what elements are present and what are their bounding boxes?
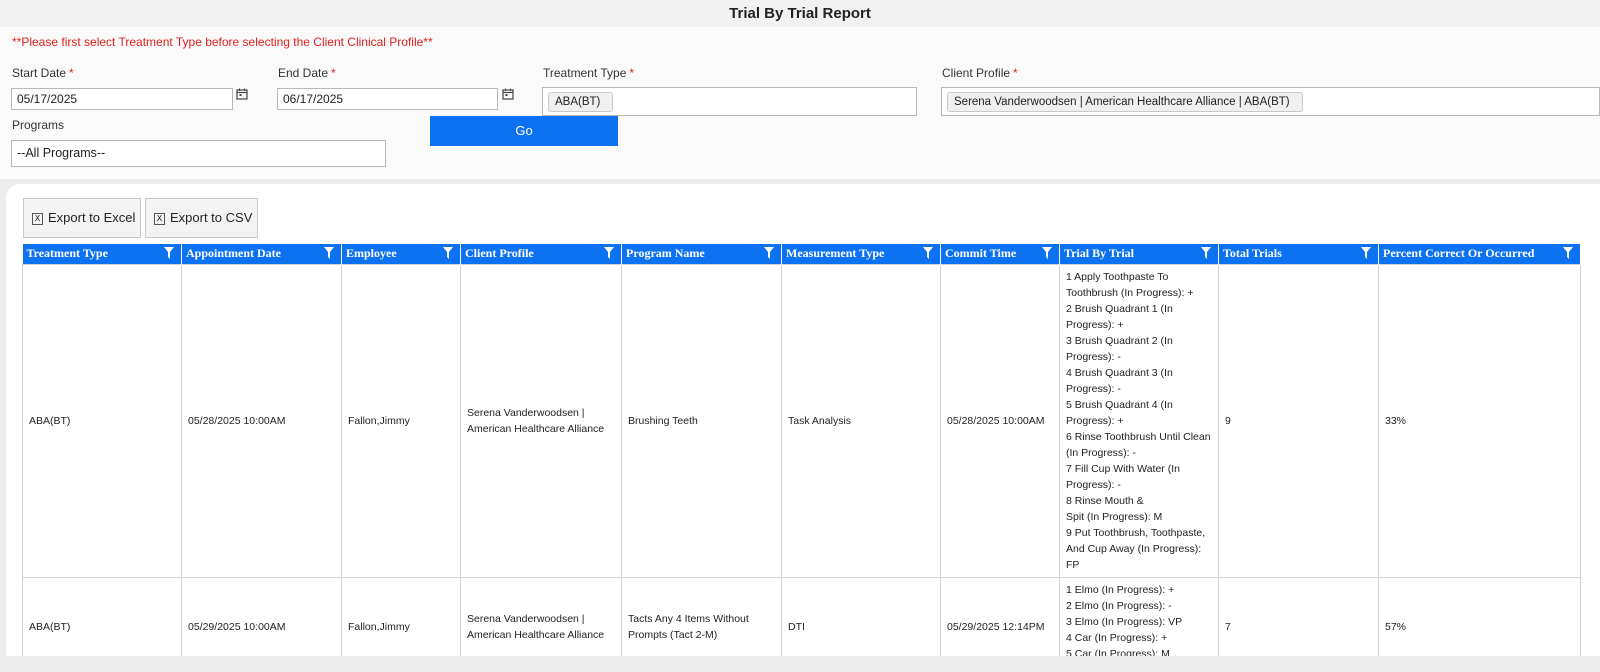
- programs-label: Programs: [12, 118, 65, 132]
- column-header-treatment-type[interactable]: Treatment Type: [22, 244, 182, 264]
- trial-line: 2 Brush Quadrant 1 (In: [1066, 302, 1173, 315]
- trial-line: (In Progress): -: [1066, 446, 1137, 459]
- trial-line: 4 Car (In Progress): +: [1066, 631, 1168, 644]
- export-excel-button[interactable]: X Export to Excel: [23, 198, 141, 238]
- column-header-program-name[interactable]: Program Name: [621, 244, 782, 264]
- trial-line: 4 Brush Quadrant 3 (In: [1066, 366, 1173, 379]
- page-title: Trial By Trial Report: [0, 0, 1600, 27]
- trial-line: Toothbrush (In Progress): +: [1066, 286, 1194, 299]
- export-file-icon: X: [154, 213, 165, 225]
- filter-panel: Trial By Trial Report **Please first sel…: [0, 0, 1600, 179]
- trial-line: 1 Apply Toothpaste To: [1066, 270, 1169, 283]
- column-header-appointment-date[interactable]: Appointment Date: [181, 244, 342, 264]
- column-header-client-profile[interactable]: Client Profile: [460, 244, 622, 264]
- client-profile-label: Client Profile *: [942, 66, 1018, 80]
- filter-icon[interactable]: [164, 247, 174, 259]
- column-header-employee[interactable]: Employee: [341, 244, 461, 264]
- calendar-icon[interactable]: [230, 86, 254, 108]
- start-date-label: Start Date *: [12, 66, 74, 80]
- programs-select[interactable]: --All Programs--: [11, 140, 386, 167]
- treatment-type-select[interactable]: ABA(BT): [542, 87, 917, 116]
- page-bottom-edge: [0, 656, 1600, 672]
- calendar-icon[interactable]: [496, 86, 520, 108]
- cell-program-name: Brushing Teeth: [621, 263, 782, 578]
- end-date-input[interactable]: 06/17/2025: [277, 88, 498, 110]
- filter-icon[interactable]: [324, 247, 334, 259]
- export-csv-button[interactable]: X Export to CSV: [145, 198, 258, 238]
- trial-line: 5 Brush Quadrant 4 (In: [1066, 398, 1173, 411]
- trial-line: 7 Fill Cup With Water (In: [1066, 462, 1180, 475]
- filter-icon[interactable]: [1361, 247, 1371, 259]
- filter-icon[interactable]: [604, 247, 614, 259]
- column-header-total-trials[interactable]: Total Trials: [1218, 244, 1379, 264]
- trial-line: Progress): +: [1066, 318, 1124, 331]
- filter-icon[interactable]: [923, 247, 933, 259]
- filter-icon[interactable]: [1042, 247, 1052, 259]
- table-row[interactable]: ABA(BT) 05/28/2025 10:00AM Fallon,Jimmy …: [22, 263, 1581, 578]
- report-grid: Treatment Type Appointment Date Employee…: [22, 244, 1581, 672]
- end-date-label: End Date *: [278, 66, 336, 80]
- treatment-type-tag[interactable]: ABA(BT): [548, 92, 614, 112]
- trial-line: Spit (In Progress): M: [1066, 510, 1163, 523]
- column-header-commit-time[interactable]: Commit Time: [940, 244, 1060, 264]
- cell-percent-correct: 33%: [1378, 263, 1581, 578]
- filter-icon[interactable]: [1201, 247, 1211, 259]
- grid-header-row: Treatment Type Appointment Date Employee…: [22, 244, 1581, 264]
- cell-commit-time: 05/28/2025 10:00AM: [940, 263, 1060, 578]
- trial-line: 8 Rinse Mouth &: [1066, 494, 1144, 507]
- filter-icon[interactable]: [1563, 247, 1573, 259]
- cell-measurement-type: Task Analysis: [781, 263, 941, 578]
- trial-line: Progress): -: [1066, 382, 1121, 395]
- trial-line: 9 Put Toothbrush, Toothpaste,: [1066, 526, 1206, 539]
- column-header-measurement-type[interactable]: Measurement Type: [781, 244, 941, 264]
- cell-total-trials: 9: [1218, 263, 1379, 578]
- column-header-trial-by-trial[interactable]: Trial By Trial: [1059, 244, 1219, 264]
- column-header-percent-correct[interactable]: Percent Correct Or Occurred: [1378, 244, 1581, 264]
- treatment-type-label: Treatment Type *: [543, 66, 635, 80]
- trial-line: And Cup Away (In Progress): FP: [1066, 542, 1202, 571]
- trial-line: 3 Brush Quadrant 2 (In: [1066, 334, 1173, 347]
- trial-line: Progress): -: [1066, 478, 1121, 491]
- trial-line: 3 Elmo (In Progress): VP: [1066, 615, 1183, 628]
- filter-icon[interactable]: [443, 247, 453, 259]
- trial-line: Progress): -: [1066, 350, 1121, 363]
- export-excel-label: Export to Excel: [48, 210, 136, 225]
- trial-line: 1 Elmo (In Progress): +: [1066, 583, 1175, 596]
- cell-client-profile: Serena Vanderwoodsen | American Healthca…: [460, 263, 622, 578]
- trial-line: 2 Elmo (In Progress): -: [1066, 599, 1172, 612]
- client-profile-select[interactable]: Serena Vanderwoodsen | American Healthca…: [941, 87, 1600, 116]
- client-profile-tag[interactable]: Serena Vanderwoodsen | American Healthca…: [947, 92, 1303, 112]
- cell-employee: Fallon,Jimmy: [341, 263, 461, 578]
- trial-line: 6 Rinse Toothbrush Until Clean: [1066, 430, 1211, 443]
- start-date-input[interactable]: 05/17/2025: [11, 88, 233, 110]
- filter-icon[interactable]: [764, 247, 774, 259]
- cell-trial-by-trial: 1 Apply Toothpaste To Toothbrush (In Pro…: [1059, 263, 1219, 578]
- cell-appointment-date: 05/28/2025 10:00AM: [181, 263, 342, 578]
- selection-notice: **Please first select Treatment Type bef…: [12, 35, 433, 49]
- export-file-icon: X: [32, 213, 43, 225]
- trial-line: Progress): +: [1066, 414, 1124, 427]
- go-button[interactable]: Go: [430, 116, 618, 146]
- export-csv-label: Export to CSV: [170, 210, 253, 225]
- cell-treatment-type: ABA(BT): [22, 263, 182, 578]
